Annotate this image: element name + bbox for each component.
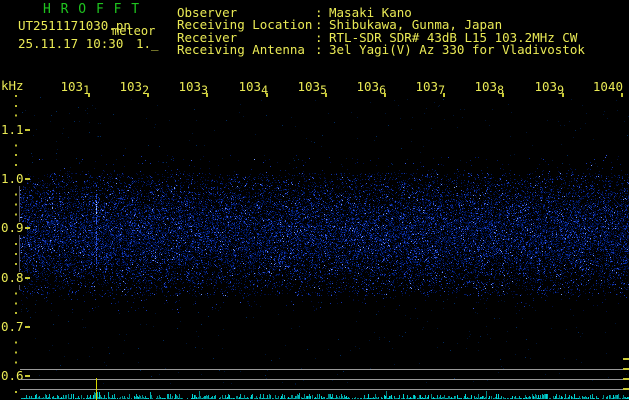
freq-axis-tick xyxy=(25,178,30,180)
time-axis-label: 1037 xyxy=(409,81,445,94)
meter-gridline xyxy=(20,369,629,370)
freq-axis-tick xyxy=(25,227,30,229)
meter-gridline xyxy=(20,389,629,390)
time-axis-label: 1033 xyxy=(172,81,208,94)
freq-axis-label: 1.0 xyxy=(0,173,27,186)
observation-datetime: 25.11.17 10:30 xyxy=(18,38,123,51)
freq-axis-label: 0.9 xyxy=(0,222,27,235)
time-axis-label: 1036 xyxy=(350,81,386,94)
meter-right-tick xyxy=(623,368,629,370)
meter-right-tick xyxy=(623,388,629,390)
info-label: Receiving Antenna xyxy=(177,44,315,56)
station-info-table: Observer:Masaki KanoReceiving Location:S… xyxy=(177,7,585,57)
meter-right-tick xyxy=(623,378,629,380)
freq-axis-ticks xyxy=(15,95,17,396)
freq-axis-tick xyxy=(25,277,30,279)
time-axis-label: 1040 xyxy=(587,81,623,94)
time-axis-label: 1031 xyxy=(54,81,90,94)
freq-axis-label: 0.6 xyxy=(0,370,27,383)
khz-unit-label: kHz xyxy=(1,80,24,93)
info-value: 3el Yagi(V) Az 330 for Vladivostok xyxy=(329,44,585,56)
meteor-echo-spike xyxy=(96,378,97,400)
time-axis-label: 1039 xyxy=(528,81,564,94)
freq-axis-label: 0.8 xyxy=(0,272,27,285)
echo-counter: 1._ xyxy=(136,38,159,51)
time-axis-label: 1034 xyxy=(232,81,268,94)
time-axis-label: 1035 xyxy=(291,81,327,94)
hrofft-window: H R O F F T UT2511171030.pn meteor 25.11… xyxy=(0,0,629,400)
time-axis-label: 1032 xyxy=(113,81,149,94)
meter-right-tick xyxy=(623,358,629,360)
time-axis-label: 1038 xyxy=(468,81,504,94)
meter-gridline xyxy=(20,379,629,380)
freq-axis-tick xyxy=(25,326,30,328)
freq-axis-tick xyxy=(25,129,30,131)
freq-axis-tick xyxy=(25,375,30,377)
app-title: H R O F F T xyxy=(43,4,140,17)
info-separator: : xyxy=(315,44,329,56)
freq-axis-label: 0.7 xyxy=(0,321,27,334)
freq-axis-label: 1.1 xyxy=(0,124,27,137)
spectrogram-canvas xyxy=(20,97,629,400)
